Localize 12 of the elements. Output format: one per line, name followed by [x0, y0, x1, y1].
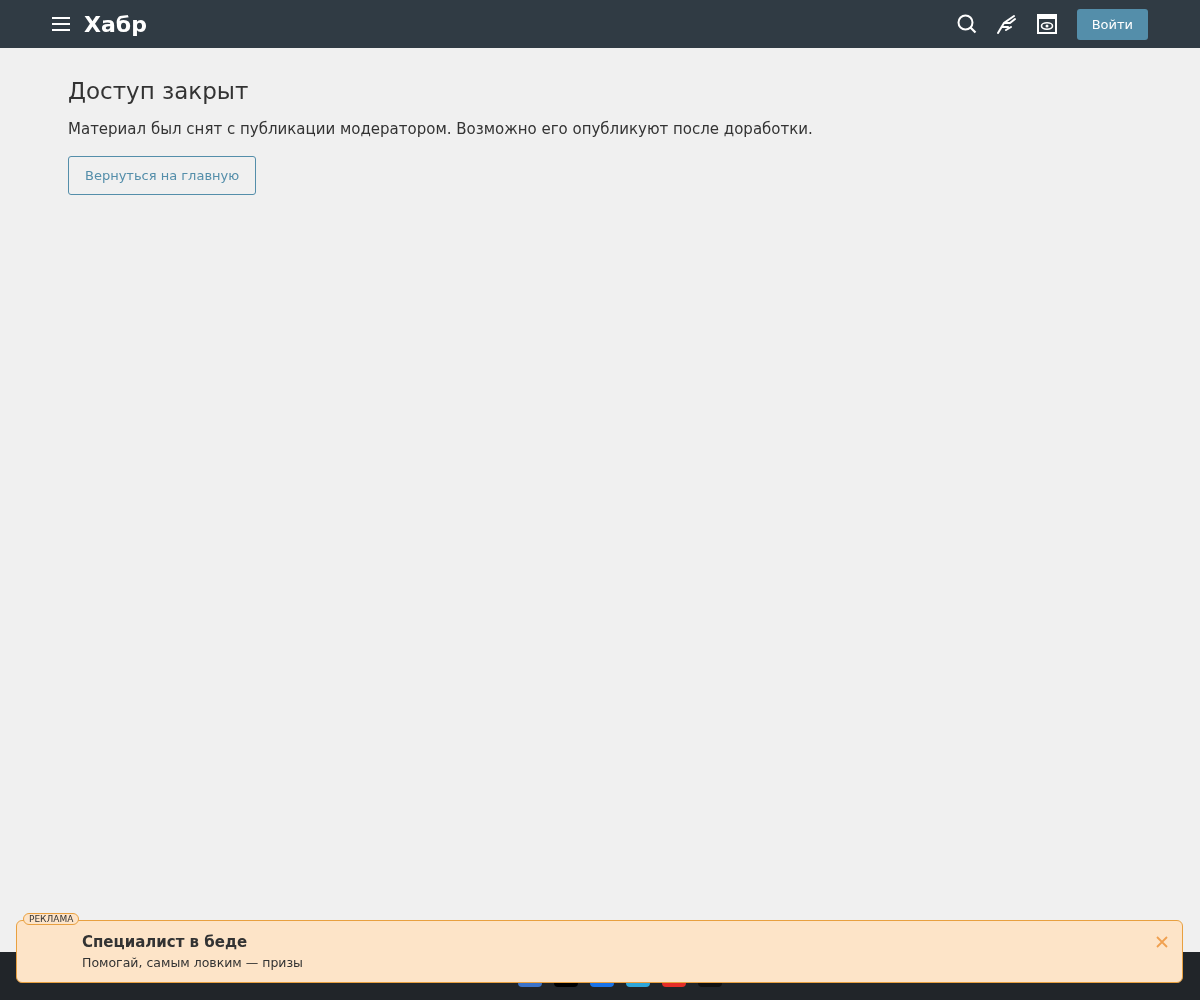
- login-button[interactable]: Войти: [1076, 8, 1148, 40]
- feather-pen-icon[interactable]: [996, 14, 1017, 34]
- ad-title: Специалист в беде: [82, 933, 249, 951]
- site-logo[interactable]: Хабр: [84, 11, 147, 37]
- page-title: Доступ закрыт: [68, 78, 250, 104]
- eye-icon[interactable]: [1036, 14, 1057, 34]
- search-icon[interactable]: [956, 14, 977, 34]
- ad-label: РЕКЛАМА: [23, 913, 80, 925]
- close-icon[interactable]: [1156, 936, 1168, 948]
- ad-subtitle: Помогай, самым ловким — призы: [82, 955, 304, 970]
- message-text: Материал был снят с публикации модератором. Возможно его опубликуют после доработки.: [68, 120, 814, 138]
- menu-icon[interactable]: [52, 17, 70, 31]
